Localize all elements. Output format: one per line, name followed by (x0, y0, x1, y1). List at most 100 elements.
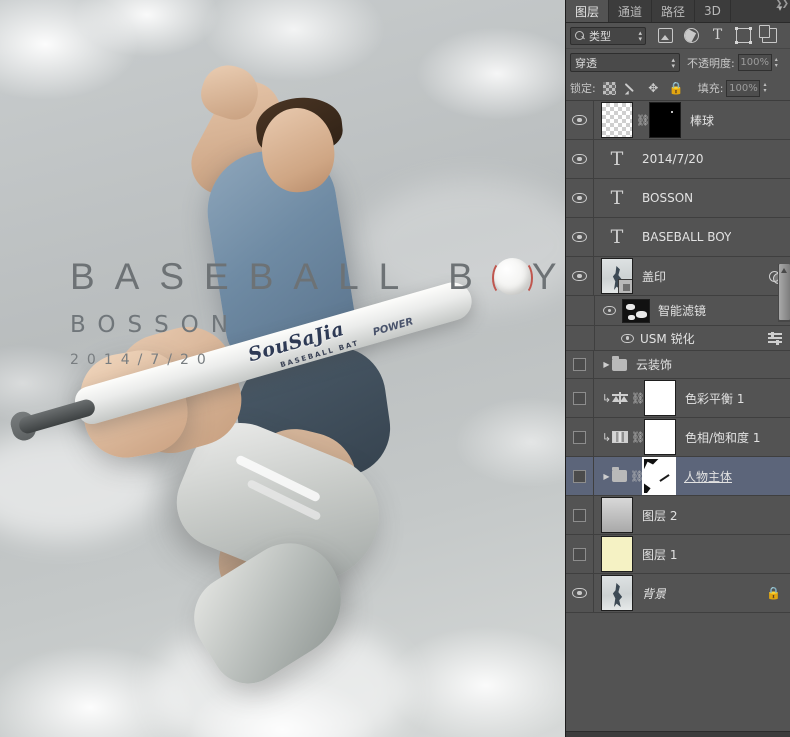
collapse-panel-icon[interactable]: ❯❯ (775, 0, 789, 9)
layer-visibility-toggle[interactable] (566, 574, 594, 612)
layer-visibility-toggle[interactable] (566, 257, 594, 295)
canvas-artwork[interactable]: SouSaJia BASEBALL BAT POWER BASEBALL BY … (0, 0, 565, 737)
layer-row[interactable]: 背景 🔒 (566, 574, 790, 613)
group-expand-arrow-icon[interactable]: ▶ (601, 360, 612, 369)
layer-row[interactable]: 图层 1 (566, 535, 790, 574)
layer-row-body[interactable]: T BOSSON (594, 180, 790, 216)
group-expand-arrow-icon[interactable]: ▶ (601, 472, 612, 481)
layer-row[interactable]: 图层 2 (566, 496, 790, 535)
tab-layers[interactable]: 图层 (566, 0, 610, 22)
layer-name[interactable]: 图层 1 (642, 546, 677, 563)
smart-filter-mask-body[interactable]: 智能滤镜 (595, 298, 790, 323)
layer-name[interactable]: 盖印 (642, 268, 666, 285)
lock-position-icon[interactable]: ✥ (647, 81, 660, 95)
layer-mask-thumbnail[interactable] (649, 102, 681, 138)
layer-list[interactable]: ⛓ 棒球 T 2014/7/20 T BOSSON T BASEBALL BOY… (566, 101, 790, 724)
layer-thumbnail[interactable] (601, 497, 633, 533)
layer-row-body[interactable]: ↳ ⛓ 色彩平衡 1 (594, 380, 790, 416)
layer-name[interactable]: 人物主体 (684, 468, 732, 485)
scrollbar-thumb[interactable] (779, 264, 790, 320)
layer-row-body[interactable]: ↳ ⛓ 色相/饱和度 1 (594, 419, 790, 455)
layer-visibility-toggle[interactable] (566, 140, 594, 178)
tab-channels[interactable]: 通道 (609, 0, 653, 22)
layer-row[interactable]: ↳ ⛓ 色彩平衡 1 (566, 379, 790, 418)
layer-thumbnail[interactable] (601, 536, 633, 572)
layer-name[interactable]: 色相/饱和度 1 (685, 429, 761, 446)
filter-row[interactable]: USM 锐化 (566, 326, 790, 351)
tab-paths[interactable]: 路径 (652, 0, 696, 22)
lock-image-pixels-icon[interactable] (625, 82, 638, 95)
smart-object-filter-icon[interactable] (759, 25, 777, 43)
layer-row-body[interactable]: 图层 2 (594, 497, 790, 533)
eye-icon[interactable] (603, 306, 616, 315)
layer-row-body[interactable]: 图层 1 (594, 536, 790, 572)
scroll-up-arrow-icon[interactable] (781, 268, 787, 273)
layer-row-body[interactable]: 背景 🔒 (594, 575, 790, 611)
layer-row[interactable]: ↳ ⛓ 色相/饱和度 1 (566, 418, 790, 457)
layer-row[interactable]: T BASEBALL BOY (566, 218, 790, 257)
layer-mask-thumbnail[interactable] (644, 419, 676, 455)
layer-row-body[interactable]: T 2014/7/20 (594, 141, 790, 177)
layer-thumbnail[interactable] (601, 258, 633, 294)
filter-row-body[interactable]: USM 锐化 (595, 330, 790, 347)
link-icon[interactable]: ⛓ (631, 432, 645, 443)
layer-visibility-toggle[interactable] (566, 496, 594, 534)
layer-visibility-toggle[interactable] (566, 457, 594, 495)
layer-row-body[interactable]: T BASEBALL BOY (594, 219, 790, 255)
layer-visibility-toggle[interactable] (566, 535, 594, 573)
layer-name[interactable]: BOSSON (642, 191, 693, 205)
shape-filter-icon[interactable] (735, 27, 752, 44)
layer-visibility-toggle[interactable] (566, 379, 594, 417)
text-layer-thumbnail[interactable]: T (601, 180, 633, 216)
text-layer-thumbnail[interactable]: T (601, 219, 633, 255)
layer-row[interactable]: ▶ 云装饰 (566, 351, 790, 379)
layer-visibility-toggle[interactable] (566, 101, 594, 139)
layer-visibility-toggle[interactable] (566, 351, 594, 378)
fill-input[interactable]: 100% (726, 79, 761, 97)
layer-row-body[interactable]: ▶ 云装饰 (594, 355, 790, 373)
opacity-stepper-icon[interactable]: ▴ ▾ (775, 56, 778, 69)
hue-saturation-icon[interactable] (612, 431, 628, 443)
layer-visibility-toggle[interactable] (566, 218, 594, 256)
layer-row[interactable]: T 2014/7/20 (566, 140, 790, 179)
layer-row[interactable]: T BOSSON (566, 179, 790, 218)
layer-mask-thumbnail[interactable] (644, 380, 676, 416)
layer-row-body[interactable]: 盖印 (594, 258, 790, 294)
layer-row[interactable]: ⛓ 棒球 (566, 101, 790, 140)
smart-filter-mask-row[interactable]: 智能滤镜 (566, 296, 790, 326)
pixel-filter-icon[interactable] (658, 28, 673, 43)
layer-row-selected[interactable]: ▶ ⛓ 人物主体 (566, 457, 790, 496)
layer-thumbnail[interactable] (601, 575, 633, 611)
layer-name[interactable]: 色彩平衡 1 (685, 390, 744, 407)
color-balance-icon[interactable] (612, 391, 628, 405)
filter-settings-icon[interactable] (768, 331, 782, 345)
type-filter-icon[interactable]: T (710, 28, 725, 43)
layer-visibility-toggle[interactable] (566, 179, 594, 217)
layer-thumbnail[interactable] (601, 102, 633, 138)
link-icon[interactable]: ⛓ (631, 393, 645, 404)
layer-name[interactable]: BASEBALL BOY (642, 230, 731, 244)
adjustment-filter-icon[interactable] (684, 28, 699, 43)
layer-row-body[interactable]: ▶ ⛓ 人物主体 (594, 457, 790, 495)
lock-all-icon[interactable]: 🔒 (669, 81, 684, 95)
layer-name[interactable]: 云装饰 (636, 356, 672, 373)
link-icon[interactable]: ⛓ (630, 471, 644, 482)
layer-row-body[interactable]: ⛓ 棒球 (594, 102, 790, 138)
opacity-input[interactable]: 100% (737, 54, 772, 71)
blend-mode-select[interactable]: 穿透 ▴ ▾ (570, 53, 680, 72)
layer-name[interactable]: 棒球 (690, 112, 714, 129)
layer-row[interactable]: 盖印 (566, 257, 790, 296)
fill-stepper-icon[interactable]: ▴ ▾ (763, 82, 766, 94)
layer-visibility-toggle[interactable] (566, 418, 594, 456)
layer-name[interactable]: 图层 2 (642, 507, 677, 524)
text-layer-thumbnail[interactable]: T (601, 141, 633, 177)
smart-filter-mask-thumbnail[interactable] (622, 298, 650, 323)
group-mask-thumbnail[interactable] (642, 457, 676, 495)
layer-list-scrollbar[interactable] (778, 264, 790, 322)
lock-transparent-pixels-icon[interactable] (602, 81, 616, 95)
layer-name[interactable]: 2014/7/20 (642, 152, 704, 166)
link-icon[interactable]: ⛓ (636, 115, 650, 126)
eye-icon[interactable] (621, 333, 634, 343)
filter-kind-select[interactable]: 类型 ▴ ▾ (570, 26, 646, 45)
tab-3d[interactable]: 3D (695, 0, 731, 22)
